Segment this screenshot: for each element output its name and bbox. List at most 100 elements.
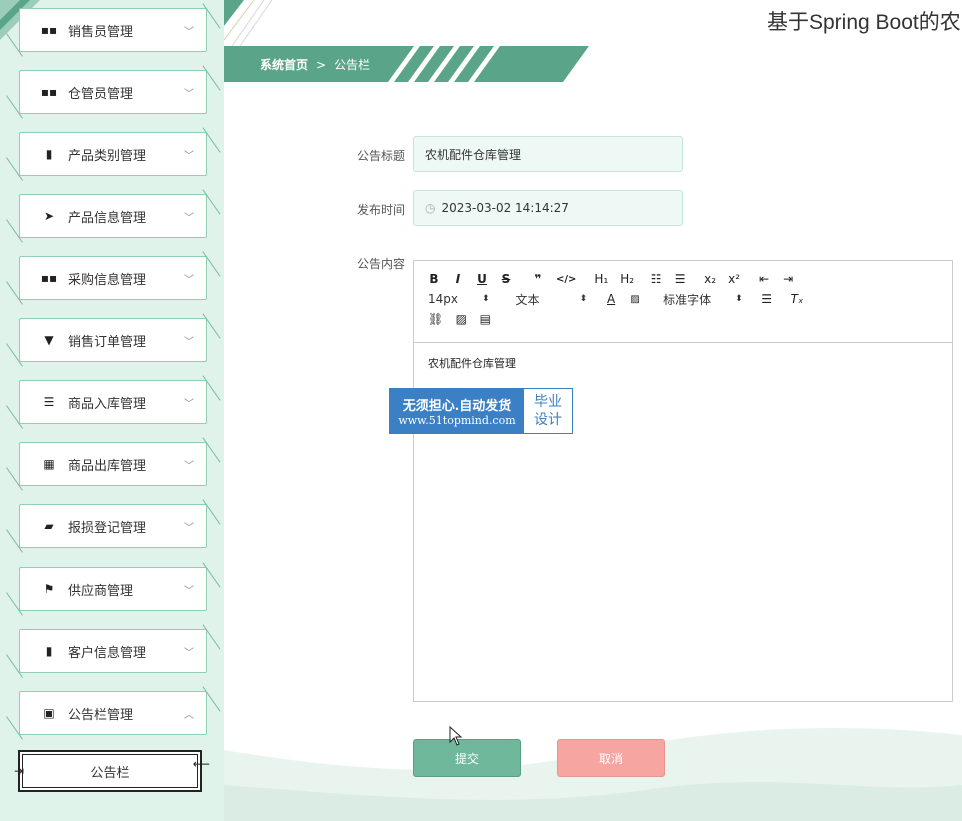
image-icon[interactable]: ▨ (455, 312, 467, 326)
send-icon: ➤ (43, 209, 55, 223)
sidebar-item-label: 产品类别管理 (68, 148, 147, 164)
decor-line (202, 251, 221, 277)
italic-button[interactable]: I (452, 272, 464, 286)
sidebar: ▪▪ 销售员管理 ﹀ ▪▪ 仓管员管理 ﹀ ▮ 产品类别管理 ﹀ ➤ 产品信息管理 ﹀ ▪▪ 采购信息管理… (0, 0, 224, 821)
top-decoration (224, 0, 273, 46)
clear-format-button[interactable]: Tₓ (791, 292, 804, 306)
chevron-down-icon: ﹀ (184, 585, 194, 597)
chevron-down-icon: ﹀ (184, 460, 194, 472)
chevron-down-icon: ﹀ (184, 398, 194, 410)
app-title: 基于Spring Boot的农 (767, 11, 961, 34)
sidebar-item-label: 销售员管理 (68, 24, 134, 40)
decor-line (202, 375, 221, 401)
h2-button[interactable]: H₂ (620, 272, 634, 286)
breadcrumb-home[interactable]: 系统首页 (260, 56, 308, 73)
ordered-list-button[interactable]: ☷ (650, 272, 662, 286)
decor-line (6, 592, 23, 616)
cancel-button[interactable]: 取消 (557, 739, 665, 777)
sidebar-item-4[interactable]: ▪▪ 采购信息管理 ﹀ (6, 251, 221, 308)
time-input-value: 2023-03-02 14:14:27 (441, 201, 569, 215)
underline-button[interactable]: U (476, 272, 488, 286)
font-family-select[interactable]: 标准字体 ⬍ (663, 291, 743, 308)
sidebar-item-8[interactable]: ▰ 报损登记管理 ﹀ (6, 499, 221, 556)
h1-button[interactable]: H₁ (594, 272, 608, 286)
sidebar-item-0[interactable]: ▪▪ 销售员管理 ﹀ (6, 3, 221, 60)
decor-line (202, 3, 221, 29)
sidebar-item-label: 仓管员管理 (68, 86, 134, 102)
code-button[interactable]: </> (556, 274, 576, 285)
bold-button[interactable]: B (428, 272, 440, 286)
decor-line (6, 157, 23, 181)
decor-line (6, 716, 23, 740)
chevron-down-icon: ﹀ (184, 212, 194, 224)
indent-button[interactable]: ⇥ (782, 272, 794, 286)
grid-icon: ▪▪ (40, 23, 58, 37)
font-color-button[interactable]: A (605, 292, 617, 306)
flag-icon: ⚑ (43, 582, 55, 596)
blockquote-button[interactable]: ❞ (532, 272, 544, 286)
sidebar-item-7[interactable]: ▦ 商品出库管理 ﹀ (6, 437, 221, 494)
book-icon: ▮ (45, 644, 53, 658)
decor-line (6, 467, 23, 491)
sidebar-item-label: 采购信息管理 (68, 272, 147, 288)
chevron-up-icon: ︿ (184, 709, 194, 721)
breadcrumb: 系统首页 > 公告栏 (260, 56, 370, 73)
time-input[interactable]: ◷ 2023-03-02 14:14:27 (413, 190, 683, 226)
decor-line (6, 343, 23, 367)
chevron-down-icon: ﹀ (184, 522, 194, 534)
strike-button[interactable]: S (500, 272, 512, 286)
wallet-icon: ▰ (44, 519, 54, 533)
breadcrumb-separator: > (316, 57, 327, 72)
decor-line (6, 654, 23, 678)
time-label: 发布时间 (356, 203, 405, 217)
header-select[interactable]: 文本 ⬍ (516, 291, 588, 308)
sidebar-item-3[interactable]: ➤ 产品信息管理 ﹀ (6, 189, 221, 246)
sidebar-subitem-label: 公告栏 (90, 765, 130, 781)
decor-line (202, 499, 221, 525)
editor-content[interactable]: 农机配件仓库管理 (414, 343, 952, 383)
bullet-list-button[interactable]: ☰ (674, 272, 686, 286)
decor-line (6, 529, 23, 553)
watermark-right1: 毕业 (534, 394, 562, 410)
sidebar-item-1[interactable]: ▪▪ 仓管员管理 ﹀ (6, 65, 221, 122)
decor-line (202, 437, 221, 463)
background-color-button[interactable]: ▨ (629, 294, 641, 305)
video-icon[interactable]: ▤ (479, 312, 491, 326)
main-content: 基于Spring Boot的农 系统首页 > 公告栏 公告标题 农机配件仓库管理… (224, 0, 962, 821)
title-input[interactable]: 农机配件仓库管理 (413, 136, 683, 172)
superscript-button[interactable]: x² (728, 272, 740, 286)
sidebar-item-2[interactable]: ▮ 产品类别管理 ﹀ (6, 127, 221, 184)
rich-text-editor: B I U S ❞ </> H₁ H₂ ☷ ☰ x₂ x² ⇤ ⇥ 14px ⬍ … (413, 260, 953, 702)
sidebar-item-5[interactable]: ▼ 销售订单管理 ﹀ (6, 313, 221, 370)
grid-icon: ▪▪ (40, 85, 58, 99)
subscript-button[interactable]: x₂ (704, 272, 716, 286)
chevron-down-icon: ﹀ (184, 647, 194, 659)
sidebar-item-label: 商品入库管理 (68, 396, 147, 412)
sidebar-item-10[interactable]: ▮ 客户信息管理 ﹀ (6, 624, 221, 681)
sidebar-item-label: 公告栏管理 (68, 707, 134, 723)
watermark: 无须担心.自动发货 www.51topmind.com 毕业 设计 (389, 388, 573, 434)
pin-icon: ▼ (44, 333, 54, 347)
sidebar-item-label: 供应商管理 (68, 583, 134, 599)
arrow-left-icon: ⟵ (192, 757, 210, 771)
grid-icon: ▪▪ (40, 271, 58, 285)
sidebar-item-9[interactable]: ⚑ 供应商管理 ﹀ (6, 562, 221, 619)
decor-line (6, 95, 23, 119)
decor-line (202, 562, 221, 588)
sidebar-item-label: 客户信息管理 (68, 645, 147, 661)
decor-line (202, 189, 221, 215)
sidebar-item-6[interactable]: ☰ 商品入库管理 ﹀ (6, 375, 221, 432)
link-icon[interactable]: ⛓ (428, 312, 443, 326)
decor-line (202, 624, 221, 650)
align-button[interactable]: ☰ (761, 292, 773, 306)
content-label: 公告内容 (356, 257, 405, 271)
outdent-button[interactable]: ⇤ (758, 272, 770, 286)
sidebar-subitem-notice[interactable]: ⇥ 公告栏 ⟵ (14, 750, 210, 792)
submit-button[interactable]: 提交 (413, 739, 521, 777)
chevron-down-icon: ﹀ (184, 88, 194, 100)
clipboard-icon: ▣ (43, 706, 55, 720)
sidebar-item-11[interactable]: ▣ 公告栏管理 ︿ (6, 686, 221, 743)
font-size-select[interactable]: 14px ⬍ (428, 292, 490, 306)
editor-toolbar: B I U S ❞ </> H₁ H₂ ☷ ☰ x₂ x² ⇤ ⇥ 14px ⬍ … (414, 261, 952, 343)
clock-icon: ◷ (425, 201, 436, 215)
